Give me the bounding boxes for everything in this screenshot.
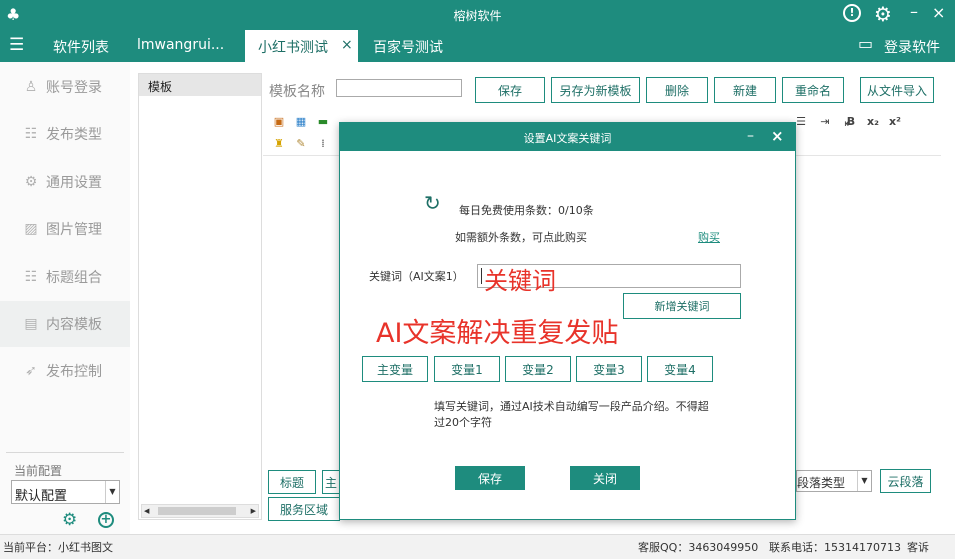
main-variable-button[interactable]: 主变量 bbox=[362, 356, 428, 382]
monitor-icon: ▭ bbox=[858, 34, 874, 53]
hint-text: 填写关键词，通过AI技术自动编写一段产品介绍。不得超过20个字符 bbox=[434, 400, 709, 429]
edit-icon[interactable]: ✎ bbox=[293, 136, 309, 152]
dialog-title: 设置AI文案关键词 bbox=[523, 132, 612, 145]
scroll-left-icon[interactable]: ◀ bbox=[144, 505, 149, 517]
insert-image-icon[interactable]: ▣ bbox=[271, 114, 287, 130]
dialog-title-bar: 设置AI文案关键词 – × bbox=[340, 123, 795, 151]
paragraph-type-select[interactable]: 段落类型 ▼ bbox=[796, 470, 872, 492]
gear-icon: ⚙ bbox=[24, 174, 38, 190]
subscript-icon[interactable]: x₂ bbox=[865, 114, 881, 130]
promo-overlay-text: AI文案解决重复发贴 bbox=[376, 318, 619, 349]
menu-icon[interactable]: ☰ bbox=[9, 35, 24, 55]
minimize-icon[interactable]: – bbox=[910, 2, 918, 21]
config-select-value: 默认配置 bbox=[15, 489, 68, 504]
title-insert-button[interactable]: 标题 bbox=[268, 470, 316, 494]
title-bar: ♣ 榕树软件 ! ⚙ – × bbox=[0, 0, 955, 30]
variable-3-button[interactable]: 变量3 bbox=[576, 356, 642, 382]
scroll-right-icon[interactable]: ▶ bbox=[251, 505, 256, 517]
sidebar: ♙ 账号登录 ☷ 发布类型 ⚙ 通用设置 ▨ 图片管理 ☷ 标题组合 ▤ 内容模板 ➶ 发布控… bbox=[0, 62, 130, 534]
sidebar-item-title-combination[interactable]: ☷ 标题组合 bbox=[0, 254, 130, 300]
chevron-down-icon: ▼ bbox=[857, 471, 871, 491]
scroll-thumb[interactable] bbox=[158, 507, 236, 515]
config-gear-icon[interactable]: ⚙ bbox=[62, 510, 77, 530]
sidebar-item-account-login[interactable]: ♙ 账号登录 bbox=[0, 64, 130, 110]
tab-bar: ☰ 软件列表 lmwangrui... 小红书测试 × 百家号测试 ▭ 登录软件 bbox=[0, 30, 955, 62]
delete-template-button[interactable]: 删除 bbox=[646, 77, 708, 103]
dialog-minimize-icon[interactable]: – bbox=[747, 128, 754, 144]
variable-1-button[interactable]: 变量1 bbox=[434, 356, 500, 382]
tab-lmwangrui[interactable]: lmwangrui... bbox=[137, 37, 224, 53]
save-as-new-template-button[interactable]: 另存为新模板 bbox=[551, 77, 640, 103]
tab-close-icon[interactable]: × bbox=[341, 37, 353, 53]
service-area-button[interactable]: 服务区域 bbox=[268, 497, 340, 521]
status-bar: 当前平台：小红书图文 客服QQ：3463049950 联系电话：15314170… bbox=[0, 534, 955, 559]
text-cursor bbox=[481, 268, 482, 284]
sidebar-item-publish-control[interactable]: ➶ 发布控制 bbox=[0, 348, 130, 394]
sidebar-item-general-settings[interactable]: ⚙ 通用设置 bbox=[0, 159, 130, 205]
keyword-input[interactable]: 关键词 bbox=[477, 264, 741, 295]
template-list-header: 模板 bbox=[139, 74, 261, 96]
refresh-icon[interactable]: ↻ bbox=[424, 191, 441, 215]
tab-software-list[interactable]: 软件列表 bbox=[53, 37, 109, 57]
user-icon: ♙ bbox=[24, 79, 38, 95]
paragraph-type-value: 段落类型 bbox=[797, 476, 846, 490]
login-button[interactable]: 登录软件 bbox=[884, 37, 940, 57]
dialog-close-icon[interactable]: × bbox=[771, 127, 784, 145]
info-icon[interactable]: ! bbox=[843, 4, 861, 22]
cloud-paragraph-button[interactable]: 云段落 bbox=[880, 469, 931, 493]
template-list-header-label: 模板 bbox=[148, 80, 173, 94]
indent-icon[interactable]: ⇥ bbox=[817, 114, 833, 130]
complaint-link[interactable]: 客诉 bbox=[907, 539, 929, 555]
sidebar-item-publish-type[interactable]: ☷ 发布类型 bbox=[0, 111, 130, 157]
main-insert-button[interactable]: 主 bbox=[322, 470, 340, 494]
template-name-label: 模板名称 bbox=[269, 84, 325, 100]
variable-2-button[interactable]: 变量2 bbox=[505, 356, 571, 382]
import-from-file-button[interactable]: 从文件导入 bbox=[860, 77, 934, 103]
chevron-down-icon: ▼ bbox=[105, 481, 119, 503]
close-icon[interactable]: × bbox=[932, 3, 945, 22]
contact-phone-text: 联系电话：15314170713 bbox=[769, 541, 901, 554]
flag-icon[interactable]: ♜ bbox=[271, 136, 287, 152]
dialog-close-button[interactable]: 关闭 bbox=[570, 466, 640, 490]
keyword-label: 关键词（AI文案1） bbox=[369, 270, 464, 283]
insert-line-icon[interactable]: ▬ bbox=[315, 114, 331, 130]
template-list-panel: 模板 ◀ ▶ bbox=[138, 73, 262, 520]
settings-gear-icon[interactable]: ⚙ bbox=[874, 2, 892, 26]
sidebar-item-image-management[interactable]: ▨ 图片管理 bbox=[0, 206, 130, 252]
new-template-button[interactable]: 新建 bbox=[714, 77, 776, 103]
tab-xiaohongshu-test[interactable]: 小红书测试 × bbox=[245, 30, 358, 62]
image-icon: ▨ bbox=[24, 221, 38, 237]
tab-baijiahao-test[interactable]: 百家号测试 bbox=[373, 37, 443, 57]
daily-usage-text: 每日免费使用条数：0/10条 bbox=[459, 204, 594, 217]
current-config-label: 当前配置 bbox=[14, 464, 63, 478]
outdent-icon[interactable]: ⇤ bbox=[841, 116, 857, 132]
config-select[interactable]: 默认配置 ▼ bbox=[11, 480, 120, 504]
template-icon: ▤ bbox=[24, 316, 38, 332]
extra-usage-text: 如需额外条数，可点此购买 bbox=[455, 231, 587, 244]
variable-4-button[interactable]: 变量4 bbox=[647, 356, 713, 382]
add-keyword-button[interactable]: 新增关键词 bbox=[623, 293, 741, 319]
send-icon: ➶ bbox=[25, 363, 37, 379]
current-platform-text: 当前平台：小红书图文 bbox=[3, 541, 113, 554]
window-title: 榕树软件 bbox=[453, 9, 502, 23]
list-icon: ☷ bbox=[24, 126, 38, 142]
tab-label: 小红书测试 bbox=[258, 40, 328, 56]
support-qq-text: 客服QQ：3463049950 bbox=[638, 541, 759, 554]
rename-template-button[interactable]: 重命名 bbox=[782, 77, 844, 103]
dialog-save-button[interactable]: 保存 bbox=[455, 466, 525, 490]
ai-keyword-dialog: 设置AI文案关键词 – × ↻ 每日免费使用条数：0/10条 如需额外条数，可点… bbox=[339, 122, 796, 520]
keyword-input-value: 关键词 bbox=[484, 267, 556, 295]
add-circle-icon[interactable]: + bbox=[98, 512, 114, 528]
save-template-button[interactable]: 保存 bbox=[475, 77, 545, 103]
sidebar-divider bbox=[6, 452, 124, 453]
horizontal-scrollbar[interactable]: ◀ ▶ bbox=[141, 504, 259, 518]
sidebar-item-content-template[interactable]: ▤ 内容模板 bbox=[0, 301, 130, 347]
list-icon: ☷ bbox=[24, 269, 38, 285]
table-icon[interactable]: ▦ bbox=[293, 114, 309, 130]
template-name-input[interactable] bbox=[336, 79, 462, 97]
superscript-icon[interactable]: x² bbox=[887, 114, 903, 130]
buy-link[interactable]: 购买 bbox=[698, 229, 720, 245]
grid-dots-icon[interactable]: ⁞ bbox=[315, 136, 331, 152]
